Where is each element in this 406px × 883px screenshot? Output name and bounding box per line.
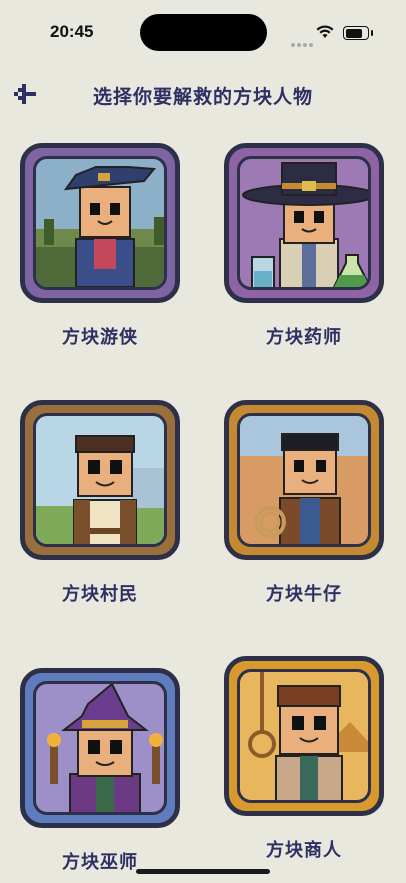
home-indicator[interactable] <box>136 869 270 874</box>
battery-icon <box>343 26 373 40</box>
character-name: 方块药师 <box>266 327 342 348</box>
character-card-ranger[interactable]: 方块游侠 <box>20 143 180 349</box>
character-frame <box>20 668 180 828</box>
character-frame <box>20 400 180 560</box>
status-time: 20:45 <box>50 22 94 41</box>
character-name: 方块牛仔 <box>266 584 342 605</box>
merchant-portrait-icon <box>248 672 368 800</box>
character-card-apothecary[interactable]: 方块药师 <box>224 143 384 349</box>
back-arrow-icon[interactable] <box>14 84 38 104</box>
dynamic-island <box>140 14 267 51</box>
character-card-wizard[interactable]: 方块巫师 <box>20 668 180 874</box>
character-frame <box>224 143 384 303</box>
character-frame <box>224 400 384 560</box>
wizard-portrait-icon <box>47 684 163 812</box>
ranger-portrait-icon <box>36 166 164 287</box>
status-bar: 20:45 <box>0 0 406 60</box>
character-card-cowboy[interactable]: 方块牛仔 <box>224 400 384 606</box>
signal-dots-icon <box>291 32 315 51</box>
character-name: 方块游侠 <box>62 327 138 348</box>
character-name: 方块商人 <box>266 840 342 861</box>
character-frame <box>20 143 180 303</box>
page-title: 选择你要解救的方块人物 <box>92 86 313 108</box>
character-card-merchant[interactable]: 方块商人 <box>224 656 384 862</box>
wifi-icon <box>316 25 334 39</box>
villager-portrait-icon <box>36 435 164 544</box>
character-name: 方块村民 <box>62 584 138 605</box>
character-frame <box>224 656 384 816</box>
character-card-villager[interactable]: 方块村民 <box>20 400 180 606</box>
cowboy-portrait-icon <box>240 416 368 544</box>
apothecary-portrait-icon <box>242 162 368 287</box>
